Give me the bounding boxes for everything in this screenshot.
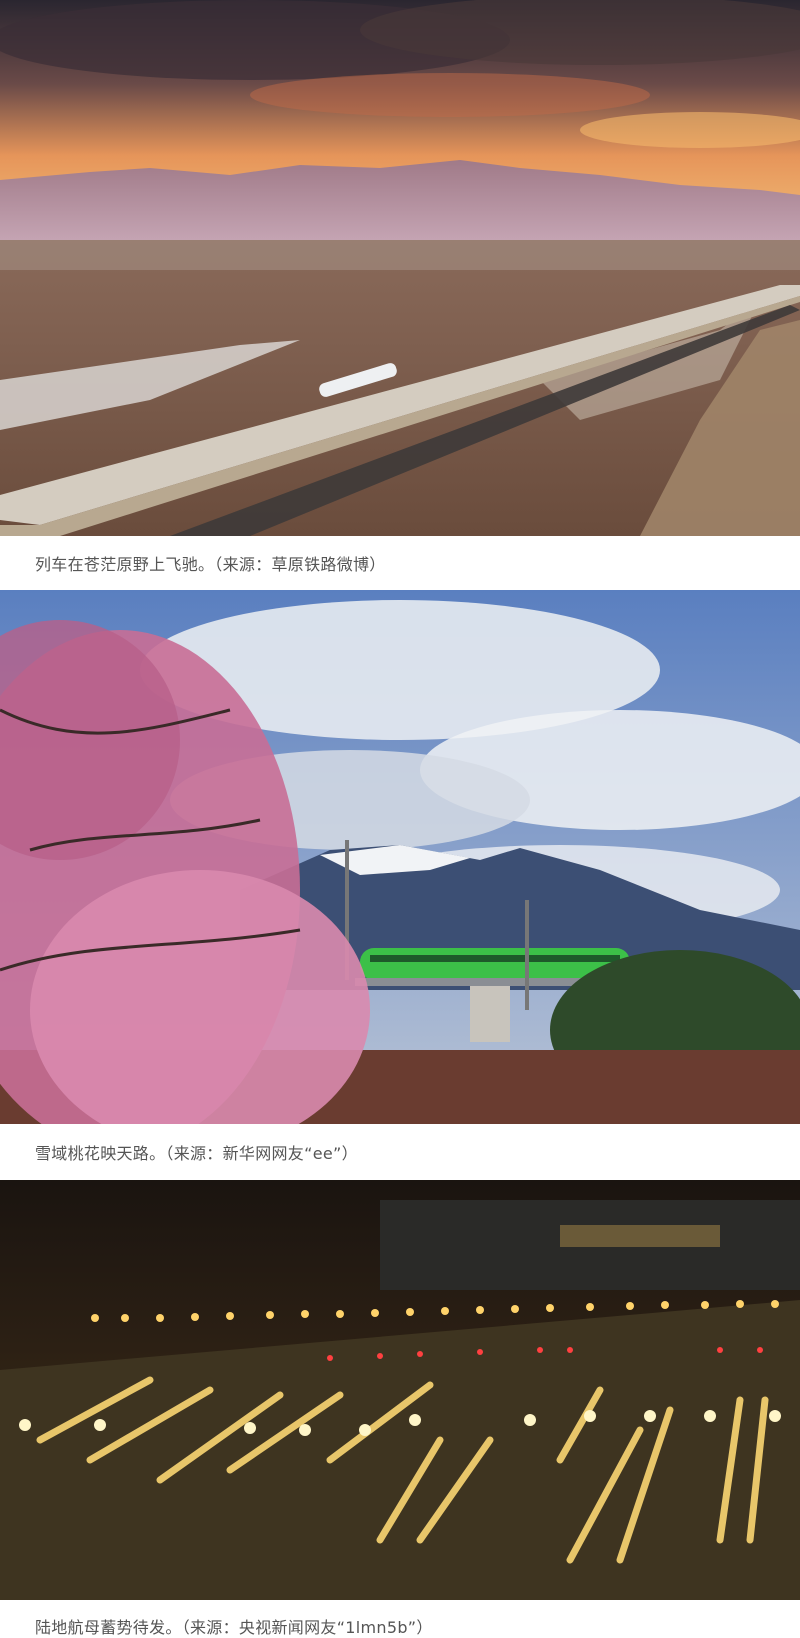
- plateau-train-image: [0, 0, 800, 536]
- photo-rail-yard-night: [0, 1180, 800, 1600]
- peach-blossom-train-image: [0, 590, 800, 1124]
- photo-train-on-plateau: [0, 0, 800, 536]
- photo-caption: 列车在苍茫原野上飞驰。（来源：草原铁路微博）: [35, 555, 386, 574]
- photo-caption: 雪域桃花映天路。（来源：新华网网友“ee”）: [35, 1144, 358, 1163]
- photo-caption: 陆地航母蓄势待发。（来源：央视新闻网友“1lmn5b”）: [35, 1618, 433, 1637]
- photo-peach-blossom-train: [0, 590, 800, 1124]
- rail-yard-night-image: [0, 1180, 800, 1600]
